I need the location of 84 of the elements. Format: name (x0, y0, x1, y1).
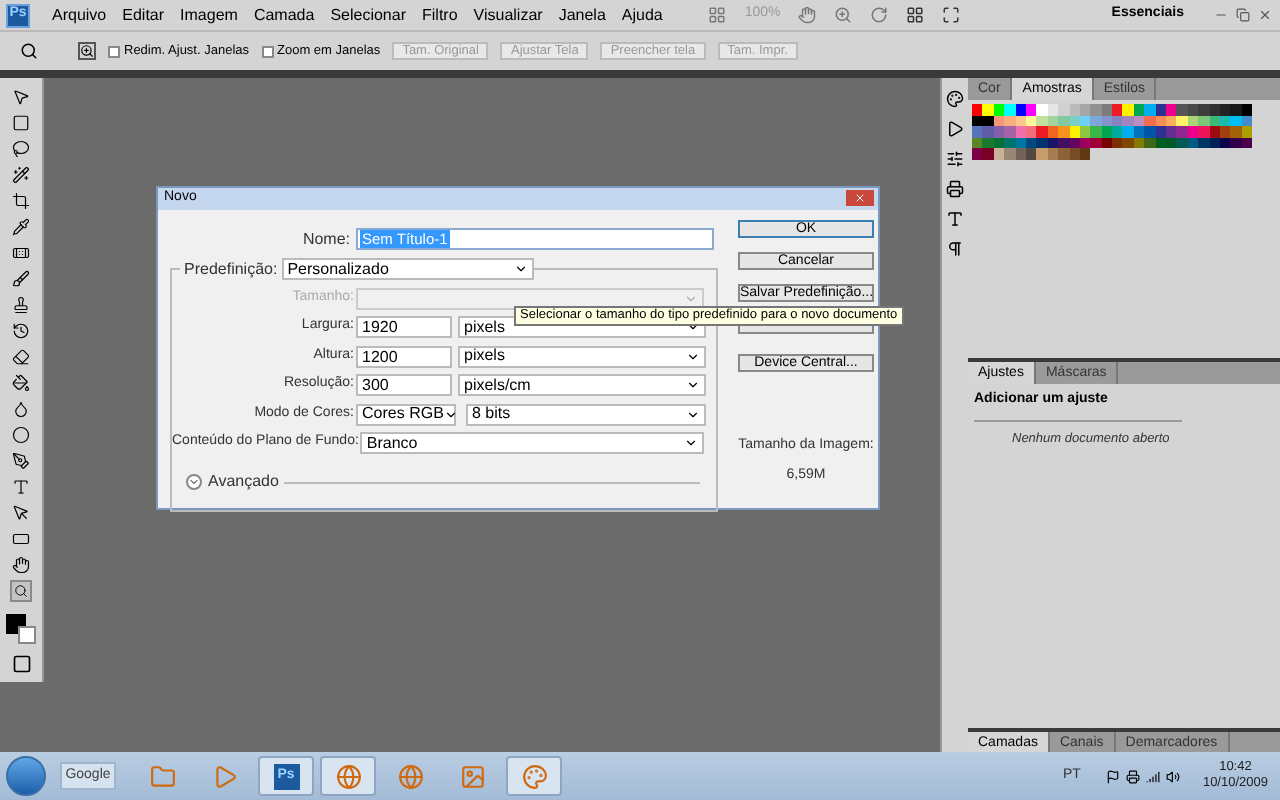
menu-item[interactable]: Visualizar (465, 3, 551, 27)
view-extras-icon[interactable] (708, 6, 727, 24)
bandage-icon[interactable] (10, 242, 32, 264)
caret-icon (513, 262, 528, 276)
caret-icon (686, 407, 700, 421)
input-field[interactable]: 1200 (356, 345, 452, 367)
menu-item[interactable]: Imagem (172, 3, 246, 27)
chevron-icon (188, 476, 200, 488)
field-label: Predefinição: (180, 257, 282, 281)
palette-icon (521, 763, 547, 789)
history-brush-icon[interactable] (10, 320, 32, 342)
start-button[interactable] (6, 756, 46, 796)
unit-dropdown[interactable]: pixels (458, 345, 706, 367)
dropdown[interactable]: Cores RGB (356, 403, 456, 425)
type-icon[interactable] (10, 476, 32, 498)
flag-icon[interactable] (1106, 769, 1121, 783)
close-button[interactable] (846, 190, 874, 207)
screen-mode-icon[interactable] (942, 6, 961, 24)
palette-icon[interactable] (946, 90, 964, 108)
arrange-icon[interactable] (906, 6, 925, 24)
field-label: Nome: (300, 227, 352, 251)
character-icon[interactable] (946, 210, 964, 228)
menu-item[interactable]: Filtro (414, 3, 466, 27)
dodge-icon[interactable] (10, 424, 32, 446)
taskbar-app[interactable] (320, 756, 376, 796)
paint-bucket-icon[interactable] (10, 372, 32, 394)
caret-icon (684, 436, 698, 450)
menu-item[interactable]: Camada (245, 3, 323, 27)
unit-dropdown[interactable]: pixels/cm (458, 374, 706, 396)
close-icon[interactable] (1258, 8, 1272, 22)
caret-icon (686, 349, 700, 363)
input-field[interactable]: 1920 (356, 316, 452, 338)
zoom-in-icon[interactable] (78, 42, 96, 60)
zoom-icon[interactable] (10, 580, 32, 602)
eyedropper-icon[interactable] (10, 216, 32, 238)
restore-icon[interactable] (1236, 8, 1250, 22)
input-field[interactable]: 300 (356, 374, 452, 396)
rectangle-icon[interactable] (10, 528, 32, 550)
folder-icon (149, 763, 175, 789)
menu-item[interactable]: Selecionar (322, 3, 414, 27)
zoom-icon[interactable] (834, 6, 853, 24)
menu-item[interactable]: Arquivo (44, 3, 115, 27)
hand-icon[interactable] (10, 554, 32, 576)
paragraph-icon[interactable] (946, 240, 964, 258)
lasso-icon[interactable] (10, 138, 32, 160)
picture-icon (459, 763, 485, 789)
menu-item[interactable]: Janela (550, 3, 614, 27)
sliders-icon[interactable] (946, 150, 964, 168)
printer-icon[interactable] (1126, 769, 1141, 783)
globe-icon (397, 763, 423, 789)
wand-icon[interactable] (10, 164, 32, 186)
play-icon (211, 763, 237, 789)
section-label: Avançado (208, 470, 279, 494)
caret-icon (686, 378, 700, 392)
crop-icon[interactable] (10, 190, 32, 212)
play-icon[interactable] (946, 120, 964, 138)
preset-dropdown[interactable]: Personalizado (281, 258, 534, 280)
dropdown[interactable] (356, 287, 704, 309)
droplet-icon[interactable] (10, 398, 32, 420)
taskbar-app[interactable] (506, 756, 562, 796)
zoom-tool-icon[interactable] (20, 42, 38, 60)
caret-icon (684, 291, 698, 305)
caret-icon (443, 407, 458, 421)
pen-icon[interactable] (10, 450, 32, 472)
dropdown[interactable]: Branco (360, 432, 704, 454)
swatches-drawing[interactable] (972, 104, 1256, 159)
menu-item[interactable]: Ajuda (613, 3, 671, 27)
quick-mask-icon[interactable] (11, 654, 31, 674)
checkbox[interactable] (261, 45, 274, 57)
move-icon[interactable] (10, 86, 32, 108)
globe-icon (335, 763, 361, 789)
dropdown[interactable]: 8 bits (466, 403, 706, 425)
pointer-icon[interactable] (10, 502, 32, 524)
signal-icon[interactable] (1146, 769, 1161, 783)
color-swatches-icon[interactable] (6, 614, 36, 644)
volume-icon[interactable] (1166, 769, 1181, 783)
close-icon (854, 192, 866, 205)
expand-button[interactable] (186, 474, 202, 490)
marquee-icon[interactable] (10, 112, 32, 134)
brush-icon[interactable] (10, 268, 32, 290)
checkbox[interactable] (108, 45, 120, 57)
rotate-icon[interactable] (870, 6, 889, 24)
menu-item[interactable]: Editar (114, 3, 173, 27)
eraser-icon[interactable] (10, 346, 32, 368)
